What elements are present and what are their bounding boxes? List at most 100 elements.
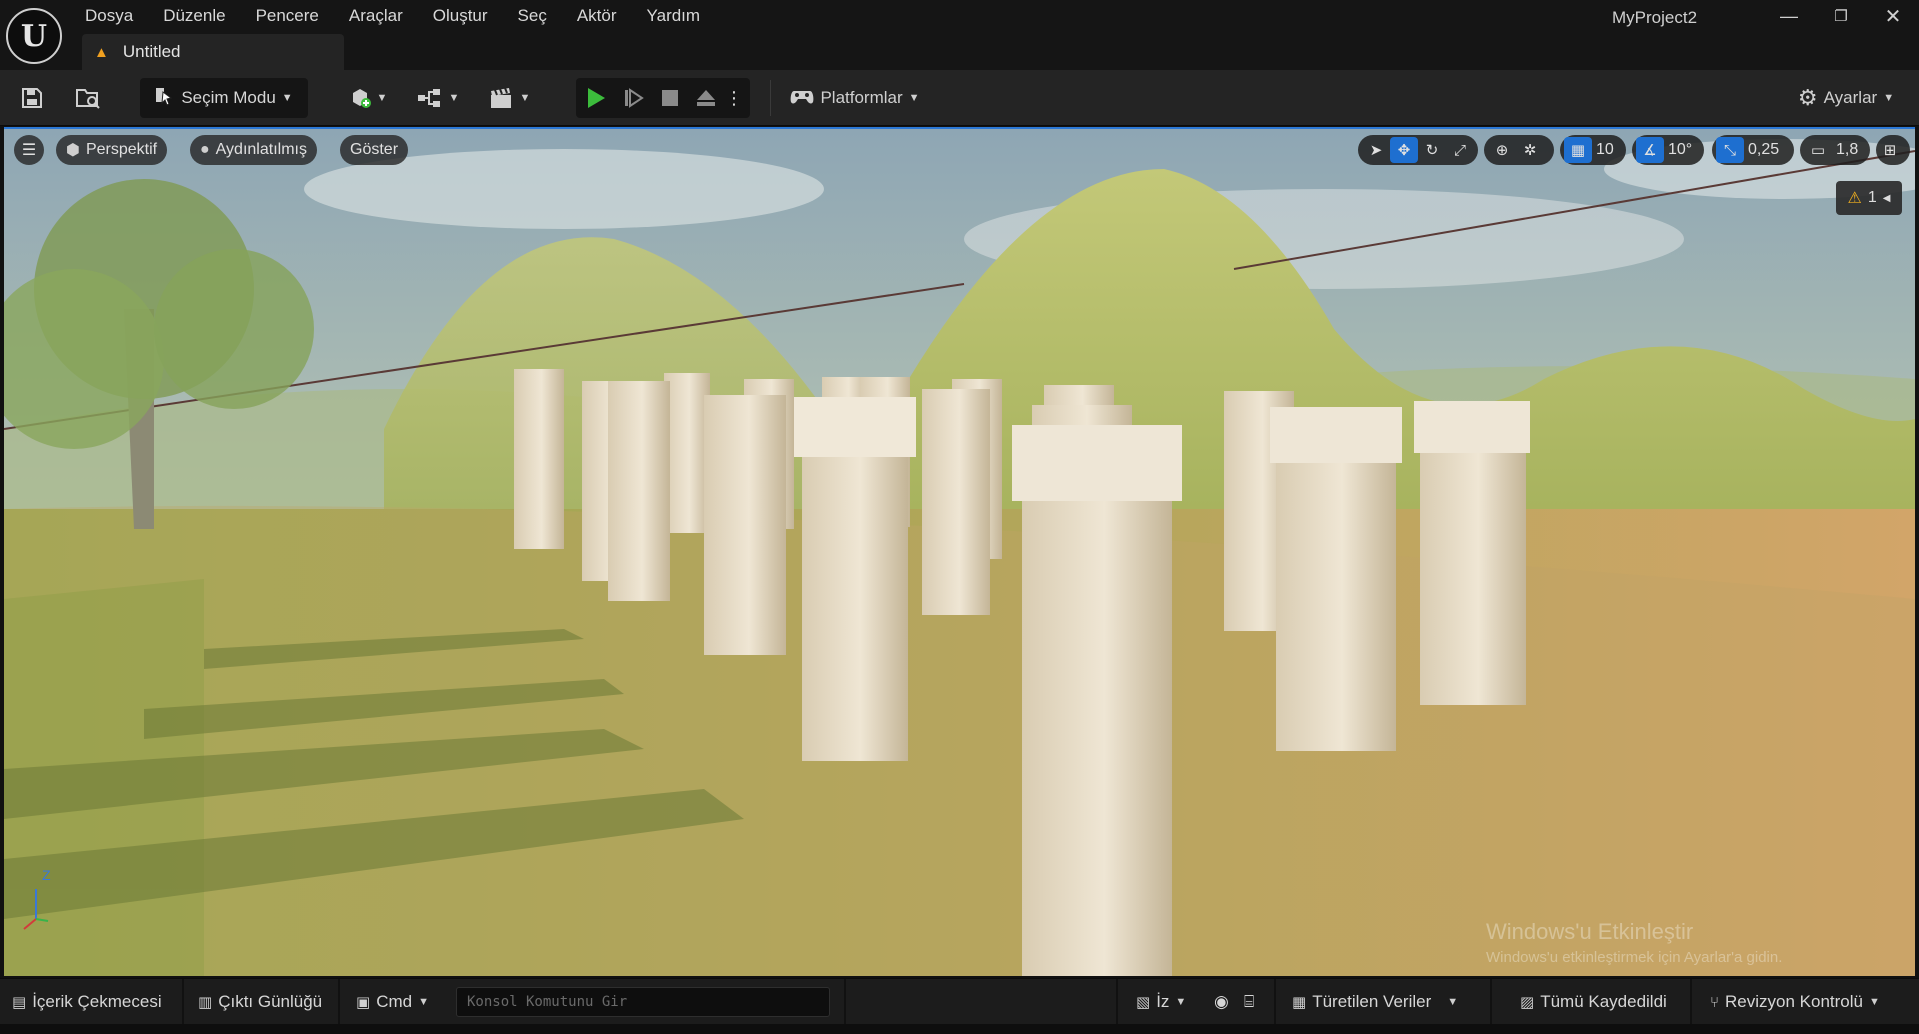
perspective-button[interactable]: ⬢ Perspektif — [56, 135, 168, 165]
menu-bar: Dosya Düzenle Pencere Araçlar Oluştur Se… — [70, 4, 715, 28]
save-icon[interactable] — [14, 78, 50, 118]
show-button[interactable]: Göster — [340, 135, 409, 165]
stop-icon[interactable] — [652, 78, 688, 118]
scene-render[interactable] — [4, 129, 1915, 976]
grid-icon: ▦ — [1564, 137, 1592, 163]
viewport-menu-icon[interactable]: ☰ — [14, 135, 44, 165]
cmd-label: Cmd — [376, 992, 413, 1011]
content-drawer-button[interactable]: ▤ İçerik Çekmecesi — [12, 986, 162, 1018]
viewport-layout-button[interactable]: ⊞ — [1876, 135, 1910, 165]
menu-item-build[interactable]: Oluştur — [418, 4, 503, 28]
trace-icon: ▧ — [1136, 994, 1151, 1011]
settings-button[interactable]: ⚙ Ayarlar ▼ — [1790, 78, 1902, 118]
rotate-tool-icon[interactable]: ↻ — [1418, 137, 1446, 163]
rotation-snap-value: 10° — [1668, 141, 1693, 158]
title-bar: U Dosya Düzenle Pencere Araçlar Oluştur … — [0, 0, 1919, 70]
select-tool-icon[interactable]: ➤ — [1362, 137, 1390, 163]
lit-mode-button[interactable]: ● Aydınlatılmış — [190, 135, 317, 165]
chevron-down-icon: ▼ — [1868, 996, 1880, 1008]
cursor-icon — [155, 86, 173, 111]
divider — [1274, 979, 1276, 1025]
menu-item-actor[interactable]: Aktör — [562, 4, 632, 28]
browse-icon[interactable] — [70, 78, 106, 118]
gamepad-icon — [790, 87, 814, 110]
eject-icon[interactable] — [688, 78, 724, 118]
lit-label: Aydınlatılmış — [215, 141, 307, 158]
scale-tool-icon[interactable]: ⤢ — [1446, 137, 1474, 163]
all-saved-label: Tümü Kaydedildi — [1540, 992, 1667, 1011]
grid-snap-toggle[interactable]: ▦ 10 — [1560, 135, 1626, 165]
log-icon: ▥ — [198, 994, 213, 1011]
chevron-down-icon: ▼ — [1883, 92, 1895, 104]
layout-icon: ⊞ — [1883, 142, 1897, 159]
level-tab[interactable]: ▲ Untitled — [82, 34, 344, 70]
mode-selector[interactable]: Seçim Modu ▼ — [140, 78, 308, 118]
divider — [1690, 979, 1692, 1025]
blueprint-button[interactable]: ▼ — [412, 78, 464, 118]
more-options-icon[interactable]: ⋮ — [724, 78, 744, 118]
minimize-icon[interactable]: — — [1766, 2, 1812, 30]
camera-speed-button[interactable]: ▭ 1,8 — [1800, 135, 1870, 165]
unreal-logo-icon[interactable]: U — [6, 8, 62, 64]
watermark-subtitle: Windows'u etkinleştirmek için Ayarlar'a … — [1486, 949, 1783, 966]
axis-label-z: Z — [42, 867, 51, 883]
save-all-button[interactable]: ▨ Tümü Kaydedildi — [1520, 986, 1667, 1018]
main-toolbar: Seçim Modu ▼ ▼ ▼ ▼ ⋮ Platformlar ▼ ⚙ Aya… — [0, 70, 1919, 126]
drawer-icon: ▤ — [12, 994, 27, 1011]
coordinate-tools: ⊕ ✲ — [1484, 135, 1554, 165]
status-bar: ▤ İçerik Çekmecesi ▥ Çıktı Günlüğü ▣ Cmd… — [0, 978, 1919, 1025]
platforms-label: Platformlar — [820, 88, 903, 107]
divider — [844, 979, 846, 1025]
warning-icon: ⚠ — [1847, 190, 1862, 207]
restore-icon[interactable]: ❐ — [1818, 2, 1864, 30]
derived-data-button[interactable]: ▦ Türetilen Veriler ▼ — [1292, 986, 1458, 1018]
revision-control-button[interactable]: ⑂ Revizyon Kontrolü ▼ — [1710, 986, 1880, 1018]
cinematics-button[interactable]: ▼ — [484, 78, 536, 118]
project-name: MyProject2 — [1612, 8, 1698, 27]
scale-snap-value: 0,25 — [1748, 141, 1780, 158]
platforms-button[interactable]: Platformlar ▼ — [788, 78, 922, 118]
menu-item-edit[interactable]: Düzenle — [148, 4, 240, 28]
divider — [338, 979, 340, 1025]
watermark-title: Windows'u Etkinleştir — [1486, 919, 1694, 944]
play-controls: ⋮ — [576, 78, 750, 118]
chevron-down-icon: ▼ — [376, 92, 388, 104]
level-viewport[interactable]: Z ☰ ⬢ Perspektif ● Aydınlatılmış Göster … — [4, 127, 1915, 976]
transform-tools: ➤ ✥ ↻ ⤢ — [1358, 135, 1478, 165]
revision-control-label: Revizyon Kontrolü — [1725, 992, 1863, 1011]
record-icon[interactable]: ◉ — [1214, 986, 1229, 1018]
trace-button[interactable]: ▧ İz ▼ — [1136, 986, 1186, 1018]
level-icon: ▲ — [94, 43, 109, 61]
surface-snap-icon[interactable]: ✲ — [1516, 137, 1544, 163]
snapshot-icon[interactable]: ⌸ — [1244, 986, 1254, 1018]
camera-icon: ▭ — [1810, 142, 1826, 159]
output-log-label: Çıktı Günlüğü — [218, 992, 323, 1011]
chevron-down-icon: ▼ — [448, 92, 460, 104]
terminal-icon: ▣ — [356, 994, 371, 1011]
chevron-down-icon: ▼ — [1447, 996, 1459, 1008]
menu-item-tools[interactable]: Araçlar — [334, 4, 418, 28]
cmd-selector[interactable]: ▣ Cmd ▼ — [356, 986, 429, 1018]
trace-label: İz — [1156, 992, 1170, 1011]
derived-data-icon: ▦ — [1292, 994, 1307, 1011]
chevron-down-icon: ▼ — [281, 92, 293, 104]
output-log-button[interactable]: ▥ Çıktı Günlüğü — [198, 986, 322, 1018]
warning-badge[interactable]: ⚠ 1 ◀ — [1836, 181, 1902, 215]
console-input[interactable] — [456, 987, 830, 1017]
menu-item-select[interactable]: Seç — [503, 4, 562, 28]
mode-label: Seçim Modu — [181, 88, 276, 107]
play-icon[interactable] — [576, 78, 616, 118]
bottom-edge — [0, 1024, 1919, 1034]
advance-frame-icon[interactable] — [616, 78, 652, 118]
menu-item-help[interactable]: Yardım — [632, 4, 716, 28]
scale-snap-toggle[interactable]: ⤡ 0,25 — [1712, 135, 1794, 165]
move-tool-icon[interactable]: ✥ — [1390, 137, 1418, 163]
menu-item-file[interactable]: Dosya — [70, 4, 148, 28]
world-space-icon[interactable]: ⊕ — [1488, 137, 1516, 163]
close-icon[interactable]: ✕ — [1870, 2, 1916, 30]
menu-item-window[interactable]: Pencere — [241, 4, 334, 28]
chevron-down-icon: ▼ — [418, 996, 429, 1008]
add-actor-button[interactable]: ▼ — [344, 78, 392, 118]
divider — [1116, 979, 1118, 1025]
rotation-snap-toggle[interactable]: ∡ 10° — [1632, 135, 1704, 165]
